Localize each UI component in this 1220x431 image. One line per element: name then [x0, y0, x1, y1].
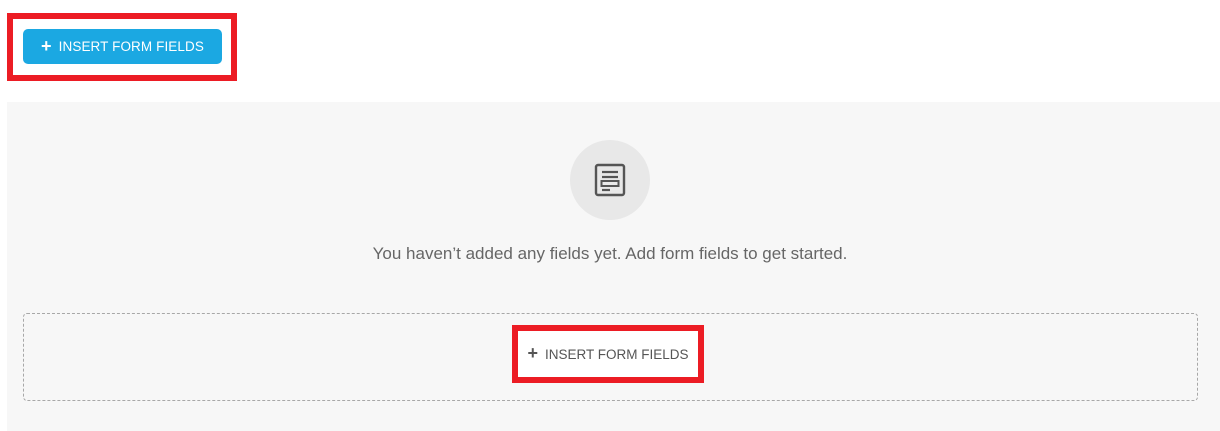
insert-form-fields-button[interactable]: + INSERT FORM FIELDS [23, 29, 222, 64]
document-icon-circle [570, 140, 650, 220]
plus-icon: + [41, 36, 52, 56]
form-builder-page: + INSERT FORM FIELDS You haven’t added a… [0, 0, 1220, 431]
dropzone-insert-form-fields-button[interactable]: + INSERT FORM FIELDS [521, 334, 695, 374]
empty-state-message: You haven’t added any fields yet. Add fo… [372, 244, 848, 263]
dropzone-insert-form-fields-label: INSERT FORM FIELDS [544, 346, 689, 362]
insert-form-fields-label: INSERT FORM FIELDS [58, 39, 204, 54]
document-icon [594, 163, 626, 197]
plus-icon: + [527, 343, 538, 363]
